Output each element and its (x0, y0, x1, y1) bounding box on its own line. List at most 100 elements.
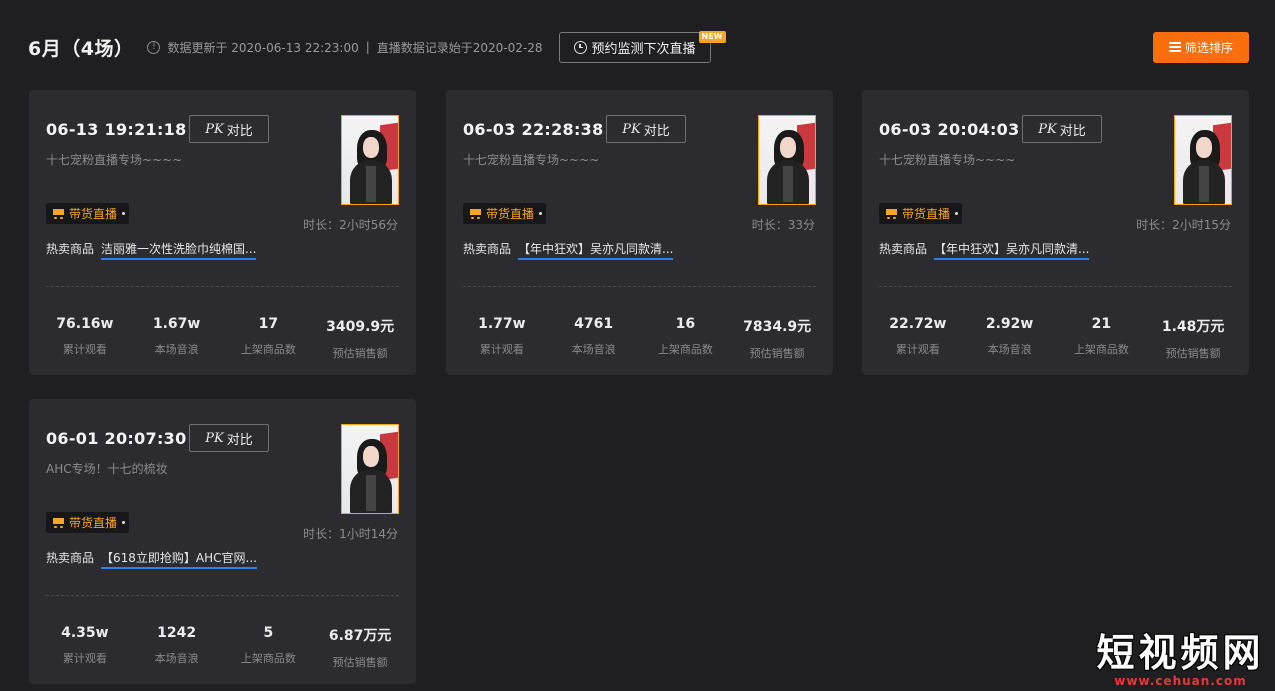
card-divider (879, 286, 1232, 287)
pk-prefix: PK (1038, 121, 1057, 137)
stat-total-views: 76.16w 累计观看 (39, 316, 131, 361)
hot-product-label: 热卖商品 (463, 242, 512, 256)
pk-compare-button[interactable]: PK 对比 (189, 424, 269, 452)
session-start-time: 06-03 22:28:38 (463, 120, 604, 139)
stat-products-listed: 17 上架商品数 (223, 316, 315, 361)
pk-label: 对比 (1059, 123, 1086, 139)
stat-value: 16 (675, 316, 696, 332)
new-badge: NEW (698, 30, 726, 43)
live-session-card-2[interactable]: 06-03 22:28:38 PK 对比 十七宠粉直播专场~~~~ 带货直播 时… (446, 90, 833, 375)
hot-product-label: 热卖商品 (879, 242, 928, 256)
commerce-live-tag: 带货直播 (879, 203, 963, 224)
remind-next-live-button[interactable]: 预约监测下次直播 NEW (558, 30, 726, 63)
stat-total-views: 22.72w 累计观看 (872, 316, 964, 361)
stat-value: 1.77w (478, 316, 526, 332)
stat-label: 预估销售额 (749, 347, 805, 360)
live-tag-label: 带货直播 (902, 207, 951, 221)
session-cover-thumbnail[interactable] (341, 424, 399, 514)
stat-value: 4761 (574, 316, 614, 332)
stat-value: 21 (1091, 316, 1112, 332)
stat-label: 本场音浪 (987, 343, 1032, 356)
session-duration: 时长：33分 (751, 218, 815, 232)
stat-label: 本场音浪 (154, 343, 199, 356)
session-cover-thumbnail[interactable] (1174, 115, 1232, 205)
stat-sound-waves: 4761 本场音浪 (548, 316, 640, 361)
stat-sound-waves: 2.92w 本场音浪 (964, 316, 1056, 361)
remind-button-label: 预约监测下次直播 (591, 41, 696, 57)
month-title: 6月（4场） (28, 37, 134, 60)
stat-value: 76.16w (56, 316, 114, 332)
stat-products-listed: 21 上架商品数 (1056, 316, 1148, 361)
session-title: 十七宠粉直播专场~~~~ (879, 153, 1016, 167)
filter-icon (1168, 41, 1181, 53)
stat-value: 1.48万元 (1161, 319, 1225, 335)
pk-prefix: PK (205, 430, 224, 446)
session-duration: 时长：2小时56分 (303, 218, 398, 232)
session-stats: 1.77w 累计观看 4761 本场音浪 16 上架商品数 7834.9元 预估… (456, 316, 823, 361)
pk-label: 对比 (643, 123, 670, 139)
stat-label: 上架商品数 (657, 343, 713, 356)
pk-compare-button[interactable]: PK 对比 (189, 115, 269, 143)
session-title: AHC专场！十七的梳妆 (46, 462, 168, 476)
session-stats: 4.35w 累计观看 1242 本场音浪 5 上架商品数 6.87万元 预估销售… (39, 625, 406, 670)
session-cover-thumbnail[interactable] (341, 115, 399, 205)
card-divider (46, 286, 399, 287)
pk-label: 对比 (226, 432, 253, 448)
live-session-card-4[interactable]: 06-01 20:07:30 PK 对比 AHC专场！十七的梳妆 带货直播 时长… (29, 399, 416, 684)
stat-label: 上架商品数 (240, 652, 296, 665)
stat-value: 6.87万元 (328, 628, 392, 644)
stat-label: 累计观看 (479, 343, 524, 356)
hot-product-link[interactable]: 洁丽雅一次性洗脸巾纯棉国... (101, 240, 257, 260)
header-separator: | (365, 40, 370, 54)
session-cover-thumbnail[interactable] (758, 115, 816, 205)
pk-prefix: PK (622, 121, 641, 137)
stat-value: 5 (263, 625, 274, 641)
pk-compare-button[interactable]: PK 对比 (1022, 115, 1102, 143)
filter-sort-button[interactable]: 筛选排序 (1153, 31, 1249, 63)
hot-product-label: 热卖商品 (46, 242, 95, 256)
filter-button-label: 筛选排序 (1184, 40, 1233, 55)
live-tag-label: 带货直播 (69, 207, 118, 221)
stat-products-listed: 5 上架商品数 (223, 625, 315, 670)
hot-product-row: 热卖商品 【年中狂欢】吴亦凡同款清... (879, 240, 1090, 260)
watermark-url: www.cehuan.com (1114, 674, 1247, 688)
stat-value: 3409.9元 (326, 319, 395, 335)
shopping-cart-icon (51, 517, 65, 529)
stat-sound-waves: 1242 本场音浪 (131, 625, 223, 670)
session-duration: 时长：1小时14分 (303, 527, 398, 541)
session-title: 十七宠粉直播专场~~~~ (46, 153, 183, 167)
pk-compare-button[interactable]: PK 对比 (606, 115, 686, 143)
site-watermark: 短视频网 www.cehuan.com (1088, 631, 1273, 689)
session-stats: 76.16w 累计观看 1.67w 本场音浪 17 上架商品数 3409.9元 … (39, 316, 406, 361)
alarm-clock-icon (573, 40, 587, 54)
stat-value: 22.72w (889, 316, 947, 332)
stat-label: 预估销售额 (1165, 347, 1221, 360)
stat-label: 累计观看 (62, 343, 107, 356)
stat-estimated-sales: 3409.9元 预估销售额 (314, 316, 406, 361)
live-session-card-3[interactable]: 06-03 20:04:03 PK 对比 十七宠粉直播专场~~~~ 带货直播 时… (862, 90, 1249, 375)
hot-product-link[interactable]: 【年中狂欢】吴亦凡同款清... (518, 240, 674, 260)
session-start-time: 06-01 20:07:30 (46, 429, 187, 448)
stat-estimated-sales: 7834.9元 预估销售额 (731, 316, 823, 361)
session-start-time: 06-03 20:04:03 (879, 120, 1020, 139)
live-tag-label: 带货直播 (486, 207, 535, 221)
page-header: 6月（4场） ! 数据更新于 2020-06-13 22:23:00 | 直播数… (28, 30, 1249, 64)
stat-sound-waves: 1.67w 本场音浪 (131, 316, 223, 361)
hot-product-label: 热卖商品 (46, 551, 95, 565)
live-session-card-1[interactable]: 06-13 19:21:18 PK 对比 十七宠粉直播专场~~~~ 带货直播 时… (29, 90, 416, 375)
live-tag-label: 带货直播 (69, 516, 118, 530)
stat-value: 17 (258, 316, 279, 332)
session-stats: 22.72w 累计观看 2.92w 本场音浪 21 上架商品数 1.48万元 预… (872, 316, 1239, 361)
stat-value: 7834.9元 (743, 319, 812, 335)
stat-label: 本场音浪 (571, 343, 616, 356)
hot-product-link[interactable]: 【618立即抢购】AHC官网... (101, 549, 257, 569)
stat-label: 预估销售额 (332, 656, 388, 669)
stat-label: 预估销售额 (332, 347, 388, 360)
stat-value: 4.35w (61, 625, 109, 641)
hot-product-link[interactable]: 【年中狂欢】吴亦凡同款清... (934, 240, 1090, 260)
shopping-cart-icon (468, 208, 482, 220)
record-start-text: 直播数据记录始于2020-02-28 (376, 40, 543, 55)
pk-prefix: PK (205, 121, 224, 137)
hot-product-row: 热卖商品 【618立即抢购】AHC官网... (46, 549, 257, 569)
stat-label: 本场音浪 (154, 652, 199, 665)
